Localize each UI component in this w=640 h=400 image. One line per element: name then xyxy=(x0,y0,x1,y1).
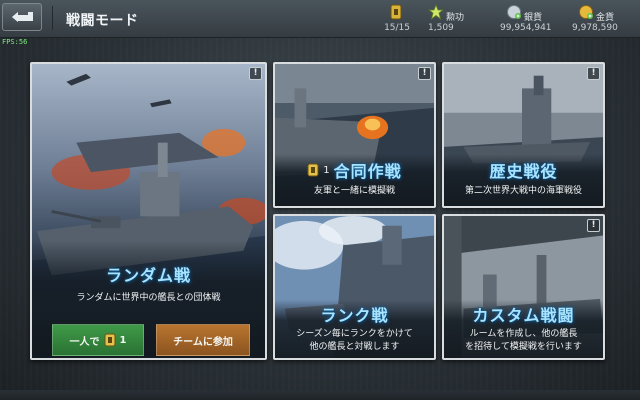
silver-counter: 銀貨 99,954,941 xyxy=(500,4,556,36)
fuel-counter: 15/15 xyxy=(382,4,412,36)
custom-battle-info-button[interactable]: ! xyxy=(587,219,600,232)
custom-battle-title: カスタム戦闘 xyxy=(472,306,575,325)
joint-operation-desc: 友軍と一緒に模擬戦 xyxy=(313,186,395,196)
historical-campaign-card[interactable]: ! 歴史戦役 第二次世界大戦中の海軍戦役 xyxy=(442,62,605,208)
fps-counter: FPS:56 xyxy=(2,38,28,46)
back-arrow-icon xyxy=(12,12,33,22)
historical-campaign-desc: 第二次世界大戦中の海軍戦役 xyxy=(464,186,582,196)
join-team-label: チームに参加 xyxy=(173,336,233,348)
merit-counter: 勲功 1,509 xyxy=(428,4,478,36)
ranked-battle-card[interactable]: ランク戦 シーズン毎にランクをかけて 他の艦長と対戦します xyxy=(273,214,436,360)
ranked-battle-desc-line2: 他の艦長と対戦します xyxy=(309,342,400,352)
top-bar: 戦闘モード 15/15 勲功 1,509 銀貨 99,954,941 金貨 9,… xyxy=(0,0,640,38)
solo-battle-label: 一人で xyxy=(69,336,100,348)
gold-counter: 金貨 9,978,590 xyxy=(572,4,636,36)
random-battle-title: ランダム戦 xyxy=(105,266,191,285)
custom-battle-desc-line2: を招待して模擬戦を行います xyxy=(465,342,582,352)
historical-campaign-caption: 歴史戦役 第二次世界大戦中の海軍戦役 xyxy=(444,154,603,206)
silver-label: 銀貨 xyxy=(524,13,543,23)
merit-value: 1,509 xyxy=(428,23,454,33)
gold-coin-icon xyxy=(579,5,593,19)
random-battle-info-button[interactable]: ! xyxy=(249,67,262,80)
fuel-can-icon xyxy=(307,163,319,177)
ranked-battle-desc-line1: シーズン毎にランクをかけて xyxy=(296,329,413,339)
custom-battle-caption: カスタム戦闘 ルームを作成し、他の艦長 を招待して模擬戦を行います xyxy=(444,300,603,358)
gold-label: 金貨 xyxy=(596,13,615,23)
joint-operation-title: 合同作戦 xyxy=(333,162,402,181)
solo-battle-button[interactable]: 一人で 1 xyxy=(52,324,144,356)
ranked-battle-caption: ランク戦 シーズン毎にランクをかけて 他の艦長と対戦します xyxy=(275,300,434,358)
ranked-battle-title: ランク戦 xyxy=(320,306,389,325)
joint-operation-caption: 1 合同作戦 友軍と一緒に模擬戦 xyxy=(275,154,434,206)
silver-value: 99,954,941 xyxy=(500,23,552,33)
historical-campaign-info-button[interactable]: ! xyxy=(587,67,600,80)
back-button[interactable] xyxy=(2,3,42,31)
merit-label: 勲功 xyxy=(446,13,465,23)
random-battle-desc: ランダムに世界中の艦長との団体戦 xyxy=(76,293,221,303)
join-team-button[interactable]: チームに参加 xyxy=(156,324,250,356)
fuel-value: 15/15 xyxy=(384,23,410,33)
bottom-strip xyxy=(0,390,640,400)
joint-operation-info-button[interactable]: ! xyxy=(418,67,431,80)
random-battle-card[interactable]: ! ランダム戦 ランダムに世界中の艦長との団体戦 一人で 1 チームに参加 xyxy=(30,62,267,360)
custom-battle-desc-line1: ルームを作成し、他の艦長 xyxy=(469,329,578,339)
page-title: 戦闘モード xyxy=(66,13,139,29)
silver-coin-icon xyxy=(507,5,521,19)
star-icon xyxy=(428,4,444,20)
joint-operation-card[interactable]: ! 1 合同作戦 友軍と一緒に模擬戦 xyxy=(273,62,436,208)
historical-campaign-title: 歴史戦役 xyxy=(489,162,558,181)
custom-battle-card[interactable]: ! カスタム戦闘 ルームを作成し、他の艦長 を招待して模擬戦を行います xyxy=(442,214,605,360)
fuel-can-icon xyxy=(390,4,402,20)
title-separator xyxy=(52,6,53,30)
joint-operation-title-row: 1 合同作戦 xyxy=(275,158,434,182)
joint-operation-cost: 1 xyxy=(323,164,330,176)
solo-battle-cost: 1 xyxy=(119,334,127,346)
gold-value: 9,978,590 xyxy=(572,23,618,33)
fuel-can-icon xyxy=(104,333,116,347)
